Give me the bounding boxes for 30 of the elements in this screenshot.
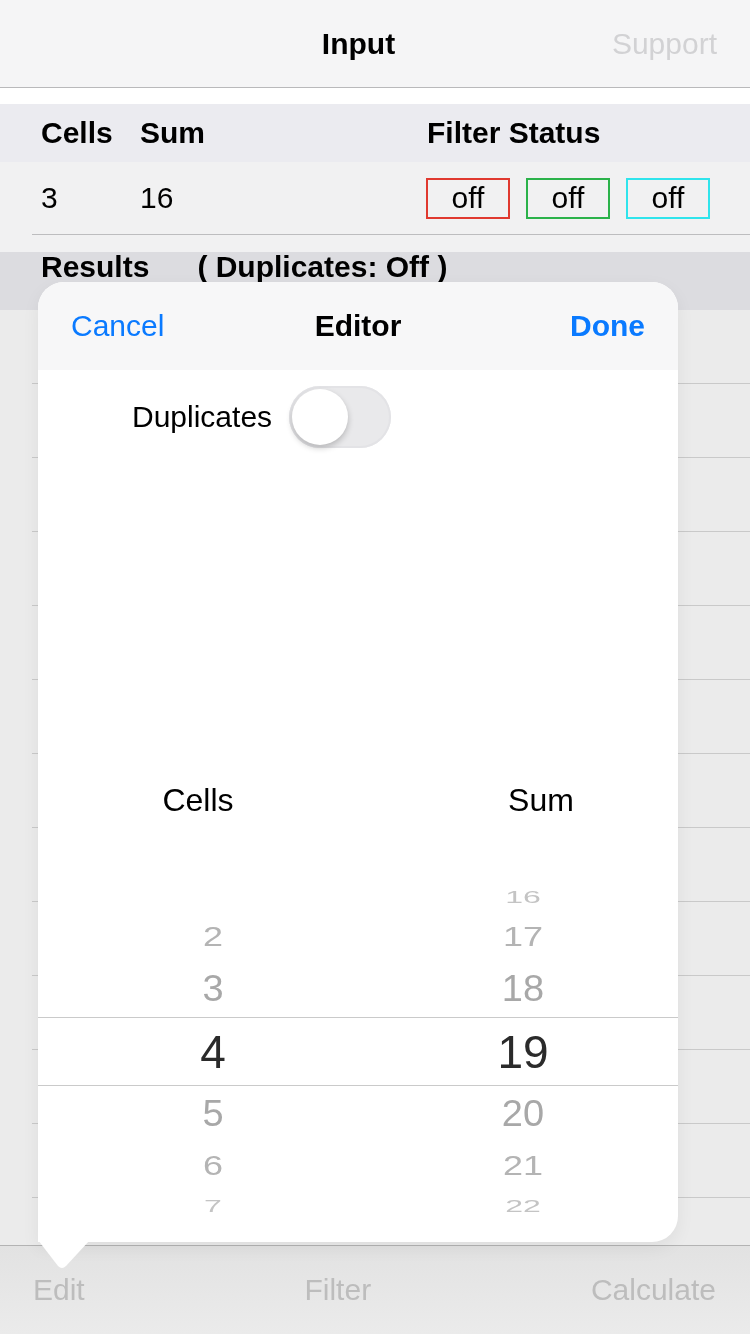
picker-value[interactable]: 4 (200, 1028, 226, 1075)
picker-column-label: Cells (162, 781, 234, 819)
popover-title: Editor (314, 309, 402, 343)
picker-value[interactable]: 17 (502, 922, 543, 952)
duplicates-status: ( Duplicates: Off ) (197, 252, 448, 282)
duplicates-switch[interactable] (289, 386, 392, 448)
table-cell-text: 3 (41, 181, 59, 215)
picker-value[interactable]: 20 (501, 1095, 545, 1133)
picker-column-label: Sum (508, 781, 574, 819)
column-header: Filter Status (427, 116, 602, 150)
picker-value[interactable]: 18 (501, 970, 545, 1008)
filter-status-badge[interactable]: off (426, 177, 510, 219)
filter-status-badge[interactable]: off (626, 177, 710, 219)
picker-value[interactable]: 2 (203, 922, 223, 952)
picker-value[interactable]: 22 (505, 1198, 541, 1214)
picker-value[interactable]: 7 (204, 1198, 222, 1214)
picker-value[interactable]: 19 (497, 1028, 549, 1075)
picker-value[interactable]: 3 (202, 970, 224, 1008)
results-title: Results (41, 252, 150, 282)
filter-status-badge[interactable]: off (526, 177, 610, 219)
picker-value[interactable]: 6 (203, 1151, 223, 1181)
column-header: Cells (41, 116, 114, 150)
cancel-button[interactable]: Cancel (71, 309, 165, 343)
duplicates-label: Duplicates (132, 400, 273, 434)
column-header: Sum (140, 116, 206, 150)
done-button[interactable]: Done (570, 309, 645, 343)
picker-value[interactable]: 5 (202, 1095, 224, 1133)
nav-title: Input (321, 26, 396, 61)
picker-value[interactable]: 21 (502, 1151, 543, 1181)
table-cell-text: 16 (140, 181, 175, 215)
